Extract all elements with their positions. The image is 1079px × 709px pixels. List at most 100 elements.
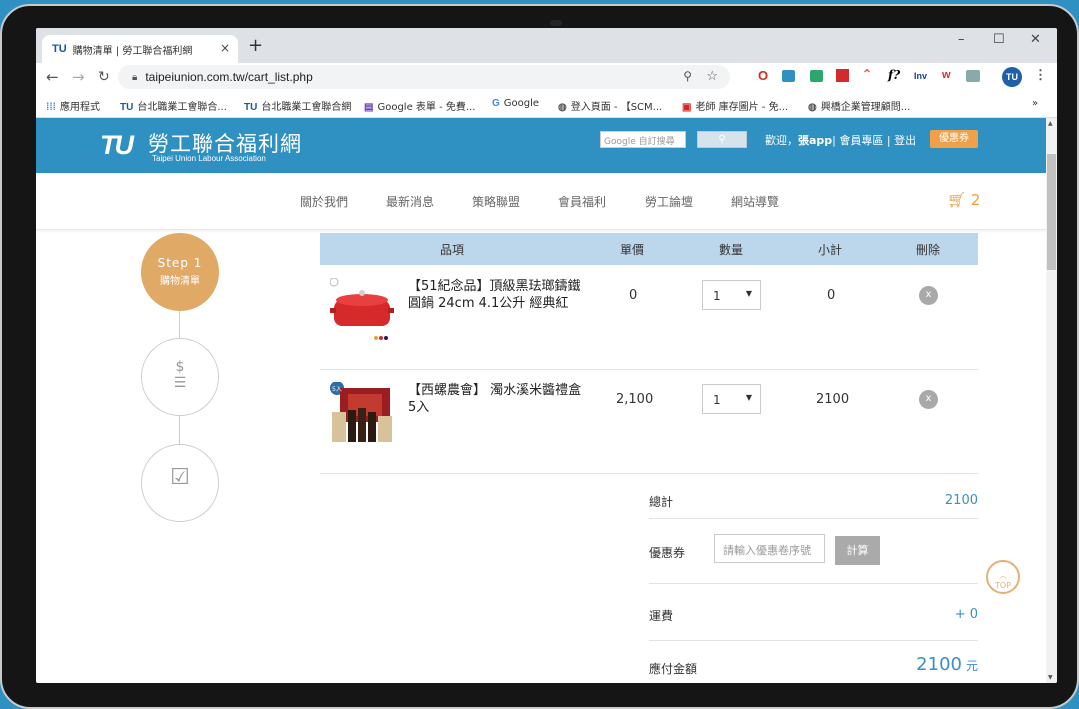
google-icon: G [492, 98, 500, 109]
bookmark-item[interactable]: ◍ 登入頁面 - 【SCM... [558, 98, 662, 113]
chevron-down-icon: ▼ [745, 289, 752, 298]
page-scrollbar[interactable]: ▲ ▼ [1046, 118, 1057, 683]
chevron-up-icon: ︿ [999, 571, 1007, 580]
user-links: 歡迎，張app| 會員專區 | 登出 [765, 134, 917, 147]
delete-button[interactable]: x [919, 286, 938, 305]
nav-sitemap[interactable]: 網站導覽 [731, 193, 779, 210]
cart-link[interactable]: 🛒︎ 2 [947, 191, 980, 209]
forward-icon[interactable]: → [72, 68, 85, 86]
step-connector [179, 311, 180, 338]
extension-icon[interactable]: w [942, 69, 951, 81]
apps-icon: ⁞⁞⁞ [46, 102, 56, 113]
globe-icon: ◍ [558, 102, 567, 113]
col-delete: 刪除 [916, 243, 941, 257]
nav-about[interactable]: 關於我們 [300, 193, 348, 210]
money-icon: $ ☰ [173, 359, 187, 391]
product-name[interactable]: 【51紀念品】頂級黑珐瑯鑄鐵圓鍋 24cm 4.1公升 經典紅 [408, 278, 588, 312]
divider [649, 640, 978, 641]
nav-benefits[interactable]: 會員福利 [558, 193, 606, 210]
chevron-down-icon: ▼ [745, 393, 752, 402]
logo-subtitle: Taipei Union Labour Association [152, 154, 266, 163]
quantity-select[interactable]: 1 ▼ [702, 384, 761, 414]
product-image [330, 278, 394, 340]
calculate-button[interactable]: 計算 [835, 536, 880, 565]
bookmark-item[interactable]: ▣ 老師 庫存圖片 - 免... [682, 98, 788, 113]
product-name[interactable]: 【西螺農會】 濁水溪米醬禮盒 5入 [408, 382, 588, 416]
pdf-extension-icon[interactable] [836, 69, 849, 82]
row-subtotal: 2100 [816, 392, 850, 407]
table-row: 【51紀念品】頂級黑珐瑯鑄鐵圓鍋 24cm 4.1公升 經典紅 0 1 ▼ 0 x [320, 266, 978, 370]
divider [649, 518, 978, 519]
scroll-up-icon[interactable]: ▲ [1048, 120, 1053, 127]
coupon-code-input[interactable]: 請輸入優惠卷序號 [714, 534, 825, 563]
favicon-icon: TU [52, 43, 67, 55]
zoom-icon[interactable]: ⚲ [683, 69, 692, 83]
payable-label: 應付金額 [649, 662, 698, 676]
extension-icon[interactable] [782, 70, 795, 82]
bookmark-item[interactable]: ⁞⁞⁞ 應用程式 [46, 98, 100, 113]
main-nav: 關於我們 最新消息 策略聯盟 會員福利 勞工論壇 網站導覽 🛒︎ 2 [36, 173, 1046, 230]
search-button[interactable]: ⚲ [697, 131, 747, 148]
profile-avatar[interactable]: TU [1002, 67, 1022, 87]
logo-mark: TU [100, 130, 134, 160]
new-tab-button[interactable]: + [248, 35, 263, 56]
nav-alliance[interactable]: 策略聯盟 [472, 193, 520, 210]
payable-amount: 2100 元 [916, 654, 978, 675]
nav-news[interactable]: 最新消息 [386, 193, 434, 210]
maximize-button[interactable]: ☐ [993, 32, 1005, 47]
username-link[interactable]: 張app [798, 134, 832, 147]
bookmark-item[interactable]: TU 台北職業工會聯合網 [244, 98, 351, 113]
page-content: TU 勞工聯合福利網 Taipei Union Labour Associati… [36, 118, 1057, 683]
nav-forum[interactable]: 勞工論壇 [645, 193, 693, 210]
step-payment: $ ☰ [141, 338, 219, 416]
inv-extension-icon[interactable]: Inv [914, 71, 927, 81]
lock-icon: 🔒︎ [132, 71, 138, 83]
opera-extension-icon[interactable]: O [758, 68, 768, 83]
coupon-label: 優惠券 [649, 546, 686, 560]
back-to-top-button[interactable]: ︿ TOP [986, 560, 1020, 594]
pack-badge: 5入 [332, 386, 342, 393]
coupon-button[interactable]: 優惠券 [930, 130, 978, 148]
globe-icon: ◍ [808, 102, 817, 113]
extension-icon[interactable]: ⌃ [862, 67, 872, 81]
formula-extension-icon[interactable]: f? [888, 68, 900, 82]
site-header: TU 勞工聯合福利網 Taipei Union Labour Associati… [36, 118, 1046, 173]
scrollbar-thumb[interactable] [1047, 154, 1056, 270]
tu-icon: TU [120, 102, 134, 113]
search-icon: ⚲ [718, 134, 726, 145]
url-field[interactable]: 🔒︎ taipeiunion.com.tw/cart_list.php ⚲ ☆ [118, 65, 730, 89]
bookmark-item[interactable]: G Google [492, 98, 539, 109]
reload-icon[interactable]: ↻ [98, 69, 110, 85]
col-qty: 數量 [719, 243, 744, 257]
scroll-down-icon[interactable]: ▼ [1048, 674, 1053, 681]
browser-window: TU 購物清單 | 勞工聯合福利網 × + – ☐ ✕ ← → ↻ 🔒︎ tai… [36, 28, 1057, 683]
more-bookmarks-icon[interactable]: » [1032, 98, 1038, 109]
tab-title: 購物清單 | 勞工聯合福利網 [72, 45, 193, 57]
member-logout-links[interactable]: | 會員專區 | 登出 [832, 134, 916, 147]
delete-button[interactable]: x [919, 390, 938, 409]
tab-close-icon[interactable]: × [220, 41, 230, 55]
bookmark-star-icon[interactable]: ☆ [706, 68, 718, 84]
camera [550, 20, 562, 26]
site-search-input[interactable]: Google 自訂搜尋 [600, 131, 686, 148]
col-item: 品項 [440, 243, 465, 257]
bookmark-item[interactable]: ▤ Google 表單 - 免費... [364, 98, 475, 113]
total-value: 2100 [944, 493, 978, 508]
close-window-button[interactable]: ✕ [1030, 32, 1041, 47]
bookmark-item[interactable]: TU 台北職業工會聯合... [120, 98, 227, 113]
code-extension-icon[interactable] [966, 70, 980, 82]
bookmark-item[interactable]: ◍ 興橋企業管理顧問... [808, 98, 910, 113]
browser-menu-icon[interactable]: ⋮ [1034, 67, 1047, 83]
bookmarks-bar: ⁞⁞⁞ 應用程式 TU 台北職業工會聯合... TU 台北職業工會聯合網 ▤ Googl… [36, 92, 1057, 118]
divider [649, 583, 978, 584]
quantity-select[interactable]: 1 ▼ [702, 280, 761, 310]
step-confirm: ☑ [141, 444, 219, 522]
image-icon: ▣ [682, 102, 692, 113]
extension-icon[interactable] [810, 70, 823, 82]
url-text: taipeiunion.com.tw/cart_list.php [145, 70, 313, 84]
back-icon[interactable]: ← [46, 68, 59, 86]
minimize-button[interactable]: – [958, 32, 965, 47]
browser-tab[interactable]: TU 購物清單 | 勞工聯合福利網 × [42, 35, 238, 63]
total-label: 總計 [649, 495, 674, 509]
tab-bar: TU 購物清單 | 勞工聯合福利網 × + – ☐ ✕ [36, 28, 1057, 63]
